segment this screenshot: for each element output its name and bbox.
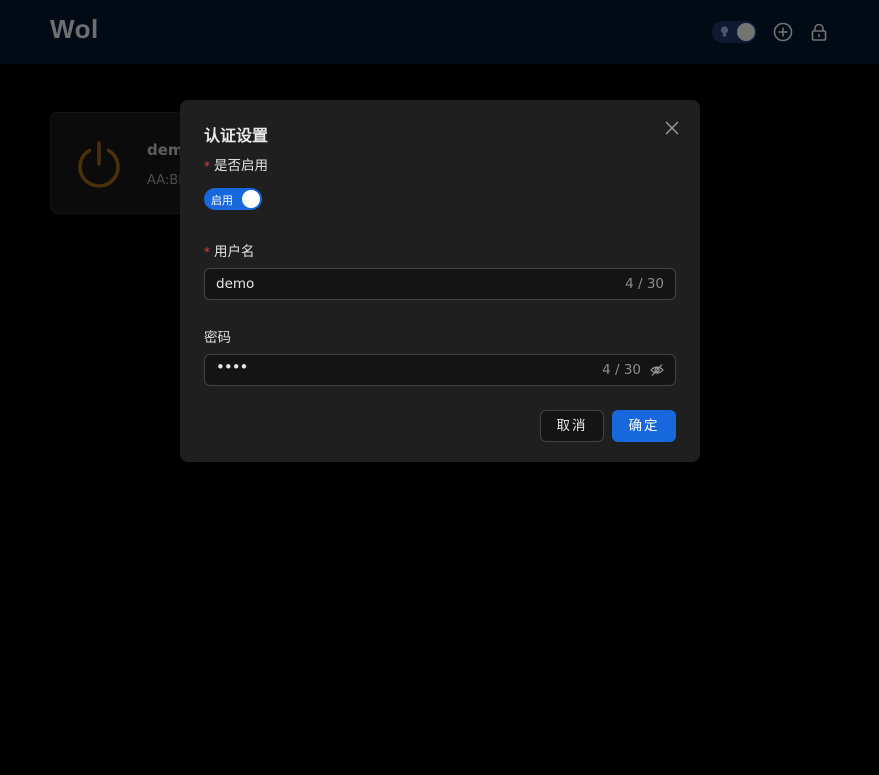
auth-settings-modal: 认证设置 * 是否启用 启用 * 用户名 demo 4 / 30 密码 •••• 4… [180,100,700,462]
switch-knob [242,190,260,208]
password-count: 4 / 30 [602,362,641,378]
required-mark: * [204,245,210,259]
switch-text: 启用 [211,194,233,207]
required-mark: * [204,159,210,173]
username-label-text: 用户名 [214,244,255,260]
username-value: demo [216,276,255,292]
password-input[interactable]: •••• 4 / 30 [204,354,676,386]
username-label: * 用户名 [204,240,255,260]
modal-title: 认证设置 [204,126,269,145]
enable-label: * 是否启用 [204,154,268,174]
enable-switch[interactable]: 启用 [204,188,262,210]
enable-label-text: 是否启用 [214,158,268,174]
ok-button[interactable]: 确定 [612,410,676,442]
username-count: 4 / 30 [625,276,664,292]
cancel-button[interactable]: 取消 [540,410,604,442]
close-icon[interactable] [664,120,680,136]
password-label: 密码 [204,330,231,346]
password-value: •••• [216,358,248,376]
username-input[interactable]: demo 4 / 30 [204,268,676,300]
eye-invisible-icon[interactable] [650,363,664,377]
